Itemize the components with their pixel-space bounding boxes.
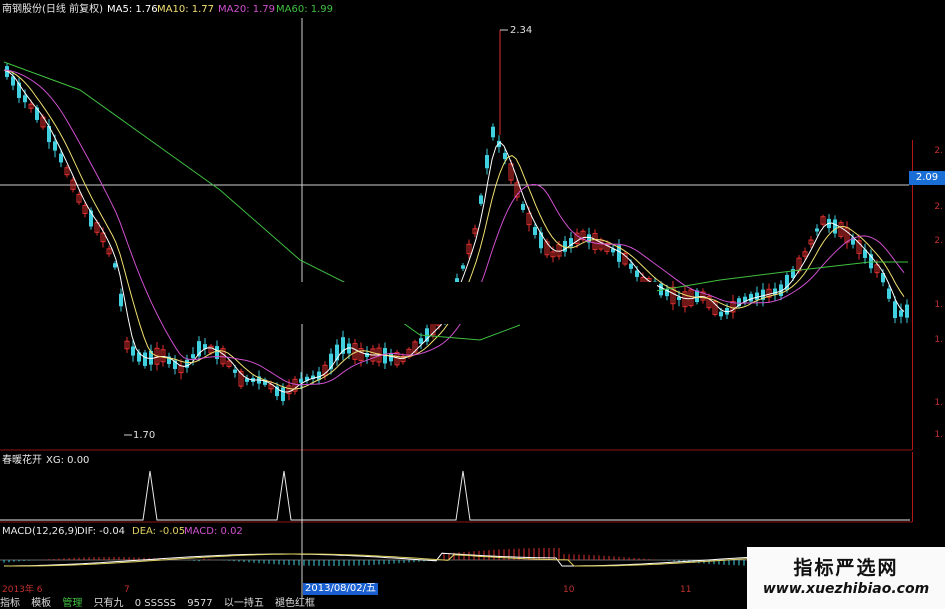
- xg-signal-line: [0, 470, 910, 521]
- candle-body: [893, 301, 897, 319]
- indicator-value: XG: 0.00: [46, 455, 90, 466]
- tab-5[interactable]: 9577: [187, 598, 212, 609]
- macd-title: MACD(12,26,9): [2, 526, 78, 537]
- candle-body: [485, 155, 489, 169]
- candle-body: [503, 152, 507, 160]
- crosshair-date: 2013/08/02/五: [303, 583, 379, 595]
- time-month-11: 11: [680, 585, 692, 595]
- tab-6[interactable]: 以一持五: [224, 598, 264, 609]
- candle-body: [491, 126, 495, 138]
- bottom-tabs: 指标 模板 管理 只有九 0 SSSSS 9577 以一持五 褪色红框: [0, 598, 323, 609]
- candle-body: [815, 228, 819, 232]
- candle-body: [905, 304, 909, 318]
- candle-body: [53, 141, 57, 151]
- candle-body: [899, 310, 903, 317]
- candle-body: [233, 369, 237, 373]
- time-month-7: 7: [124, 585, 130, 595]
- watermark-title: 指标严选网: [793, 557, 899, 579]
- candle-body: [629, 263, 633, 269]
- time-year: 2013年 6: [2, 585, 43, 595]
- tab-template[interactable]: 模板: [31, 598, 51, 609]
- candle-body: [461, 265, 465, 269]
- macd-dea: DEA: -0.05: [132, 526, 186, 537]
- time-month-10: 10: [563, 585, 575, 595]
- indicator-name: 春暖花开: [2, 455, 42, 466]
- tab-indicator[interactable]: 指标: [0, 598, 20, 609]
- macd-dif: DIF: -0.04: [77, 526, 126, 537]
- high-label: 2.34: [510, 25, 532, 36]
- candle-body: [23, 95, 27, 103]
- stock-chart-window: 南钢股份(日线 前复权) MA5: 1.76 MA10: 1.77 MA20: …: [0, 0, 945, 609]
- candle-body: [749, 293, 753, 302]
- candle-body: [299, 378, 303, 383]
- watermark: 指标严选网 www.xuezhibiao.com: [747, 547, 945, 609]
- tab-4[interactable]: 0 SSSSS: [135, 598, 176, 609]
- low-label: 1.70: [133, 430, 155, 441]
- tab-3[interactable]: 只有九: [94, 598, 124, 609]
- candle-body: [719, 311, 723, 317]
- candle-body: [521, 204, 525, 210]
- redaction-bar: [287, 282, 657, 324]
- tab-7[interactable]: 褪色红框: [275, 598, 315, 609]
- candle-body: [131, 346, 135, 356]
- candle-body: [755, 292, 759, 300]
- candle-body: [149, 350, 153, 365]
- watermark-url: www.xuezhibiao.com: [762, 581, 930, 597]
- candle-body: [281, 387, 285, 402]
- candle-body: [635, 270, 639, 277]
- candle-body: [833, 219, 837, 234]
- candle-body: [113, 263, 117, 268]
- macd-value: MACD: 0.02: [184, 526, 243, 537]
- candle-body: [539, 232, 543, 249]
- candle-body: [59, 153, 63, 163]
- candlestick-chart[interactable]: 2.34 1.70: [0, 0, 945, 609]
- candle-body: [143, 352, 147, 366]
- candle-body: [119, 293, 123, 307]
- candle-body: [887, 288, 891, 299]
- candle-body: [389, 353, 393, 362]
- tab-manage[interactable]: 管理: [62, 598, 82, 609]
- cover-block: [535, 0, 945, 140]
- candle-body: [479, 195, 483, 204]
- candle-body: [533, 227, 537, 235]
- candle-body: [191, 354, 195, 359]
